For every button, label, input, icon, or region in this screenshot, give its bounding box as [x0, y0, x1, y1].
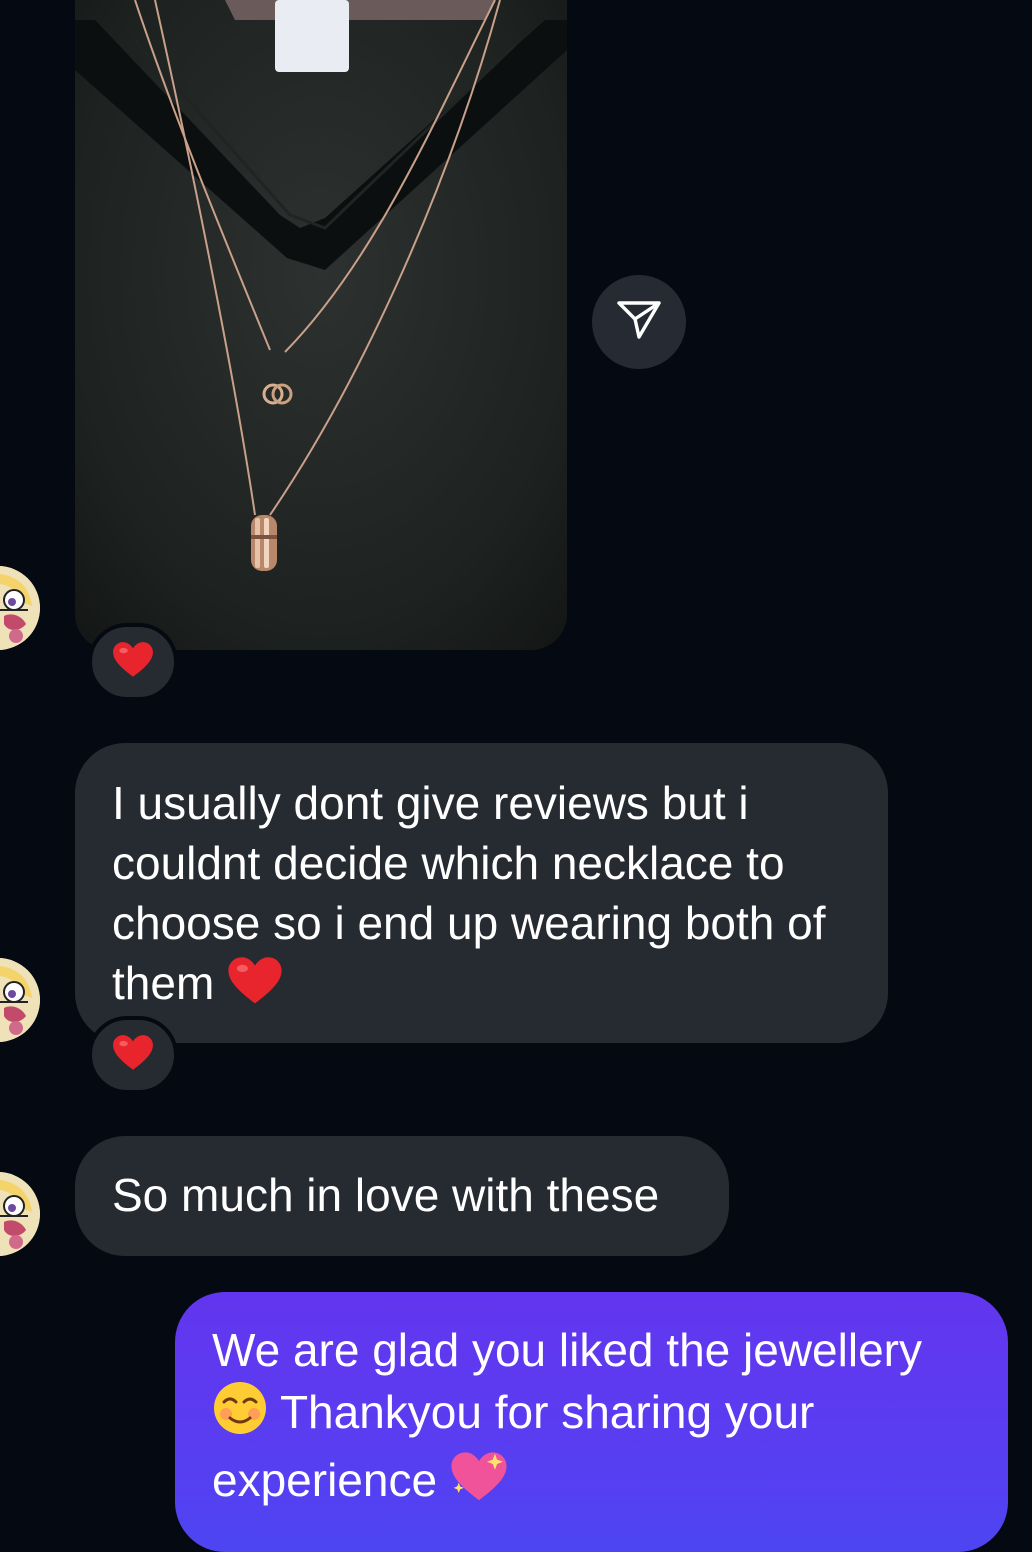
sparkling-heart-icon [450, 1450, 508, 1518]
received-message[interactable]: I usually dont give reviews but i couldn… [75, 743, 888, 1043]
contact-avatar[interactable] [0, 566, 40, 650]
sent-message[interactable]: We are glad you liked the jewellery Than… [175, 1292, 1008, 1552]
contact-avatar[interactable] [0, 1172, 40, 1256]
red-heart-icon [112, 1034, 154, 1077]
reaction-badge[interactable] [88, 623, 178, 701]
message-text: So much in love with these [112, 1169, 660, 1221]
message-text: I usually dont give reviews but i couldn… [112, 777, 839, 1009]
red-heart-icon [112, 641, 154, 684]
red-heart-icon [227, 955, 283, 1021]
message-text: Thankyou for sharing your experience [212, 1386, 828, 1506]
shared-photo[interactable] [75, 0, 567, 650]
paper-plane-icon [616, 299, 662, 346]
reaction-badge[interactable] [88, 1016, 178, 1094]
received-message[interactable]: So much in love with these [75, 1136, 729, 1256]
contact-avatar[interactable] [0, 958, 40, 1042]
message-text: We are glad you liked the jewellery [212, 1324, 922, 1376]
smiling-face-icon [212, 1380, 268, 1450]
share-button[interactable] [592, 275, 686, 369]
